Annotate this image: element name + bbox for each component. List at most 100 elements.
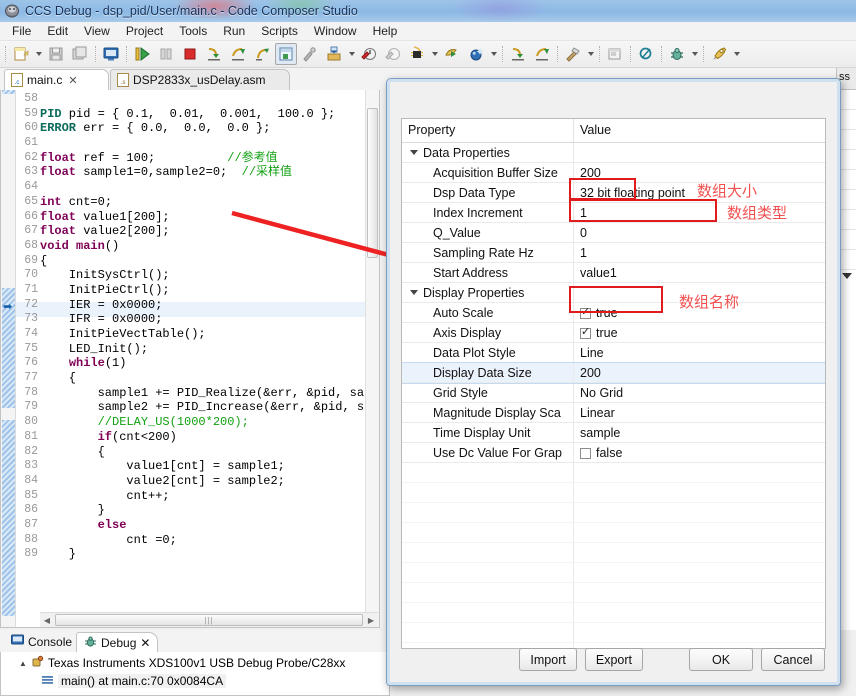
- editor-horizontal-scrollbar[interactable]: ◀ ||| ▶: [40, 612, 378, 627]
- checkbox[interactable]: [580, 325, 591, 339]
- code-line[interactable]: IER = 0x0000;: [40, 298, 365, 313]
- scroll-left-icon[interactable]: ◀: [40, 614, 54, 627]
- code-line[interactable]: while(1): [40, 356, 365, 371]
- property-value-cell[interactable]: [574, 143, 825, 162]
- build-hammer-icon[interactable]: [562, 43, 584, 65]
- code-line[interactable]: {: [40, 445, 365, 460]
- step-return-icon[interactable]: [251, 43, 273, 65]
- property-value-cell[interactable]: true: [574, 323, 825, 342]
- menu-edit[interactable]: Edit: [39, 23, 76, 39]
- property-value-cell[interactable]: Line: [574, 343, 825, 362]
- debug-tree-row-frame[interactable]: main() at main.c:70 0x0084CA: [1, 672, 389, 690]
- new-dropdown-arrow[interactable]: [33, 43, 44, 65]
- debug-bug-icon[interactable]: [666, 43, 688, 65]
- menu-run[interactable]: Run: [215, 23, 253, 39]
- property-row[interactable]: Use Dc Value For Grap false: [402, 443, 825, 463]
- code-line[interactable]: float sample1=0,sample2=0; //采样值: [40, 165, 365, 180]
- code-line[interactable]: PID pid = { 0.1, 0.01, 0.001, 100.0 };: [40, 107, 365, 122]
- code-line[interactable]: InitSysCtrl();: [40, 268, 365, 283]
- menu-window[interactable]: Window: [306, 23, 365, 39]
- properties-table[interactable]: Property Value Data Properties Acquisitio…: [401, 118, 826, 649]
- property-row[interactable]: Magnitude Display Sca Linear: [402, 403, 825, 423]
- debug-tree-row-probe[interactable]: ▲ Texas Instruments XDS100v1 USB Debug P…: [1, 654, 389, 672]
- save-all-icon[interactable]: [69, 43, 91, 65]
- debug-dropdown-arrow[interactable]: [689, 43, 700, 65]
- menu-help[interactable]: Help: [365, 23, 406, 39]
- code-line[interactable]: [40, 180, 365, 195]
- new-icon[interactable]: [10, 43, 32, 65]
- editor-tab-dsp-asm[interactable]: .s DSP2833x_usDelay.asm: [110, 69, 290, 90]
- tab-debug[interactable]: Debug ✕: [76, 632, 159, 652]
- blue-ball-icon[interactable]: [465, 43, 487, 65]
- terminate-icon[interactable]: [179, 43, 201, 65]
- code-line[interactable]: ERROR err = { 0.0, 0.0, 0.0 };: [40, 121, 365, 136]
- close-icon[interactable]: ✕: [140, 636, 150, 650]
- step-into-icon[interactable]: [203, 43, 225, 65]
- menu-file[interactable]: File: [4, 23, 39, 39]
- checkbox[interactable]: [580, 305, 591, 319]
- property-value-cell[interactable]: 0: [574, 223, 825, 242]
- code-line[interactable]: //DELAY_US(1000*200);: [40, 415, 365, 430]
- editor-vertical-scrollbar[interactable]: [365, 90, 379, 627]
- property-value-cell[interactable]: 1: [574, 203, 825, 222]
- import-button[interactable]: Import: [519, 648, 577, 671]
- build-dropdown-arrow[interactable]: [585, 43, 596, 65]
- code-line[interactable]: }: [40, 547, 365, 562]
- debug-tree[interactable]: ▲ Texas Instruments XDS100v1 USB Debug P…: [0, 652, 390, 696]
- code-line[interactable]: IFR = 0x0000;: [40, 312, 365, 327]
- property-row[interactable]: Acquisition Buffer Size 200: [402, 163, 825, 183]
- property-value-cell[interactable]: 1: [574, 243, 825, 262]
- property-value-cell[interactable]: 200: [574, 363, 825, 382]
- code-editor[interactable]: ➡ 58 59 60 61 62 63 64 65 66 67 68 69 70 71 72 73 74 75 76…: [0, 90, 380, 628]
- clock-disabled-icon[interactable]: [382, 43, 404, 65]
- save-icon[interactable]: [45, 43, 67, 65]
- property-row[interactable]: Axis Display true: [402, 323, 825, 343]
- expand-triangle-icon[interactable]: [410, 150, 418, 155]
- menu-view[interactable]: View: [76, 23, 118, 39]
- suspend-icon[interactable]: [155, 43, 177, 65]
- property-row[interactable]: Start Address value1: [402, 263, 825, 283]
- collapse-triangle-icon[interactable]: ▲: [19, 659, 27, 668]
- code-line[interactable]: {: [40, 371, 365, 386]
- new-view-icon[interactable]: [604, 43, 626, 65]
- assembly-step-icon[interactable]: [299, 43, 321, 65]
- menu-scripts[interactable]: Scripts: [253, 23, 306, 39]
- property-row[interactable]: Dsp Data Type 32 bit floating point: [402, 183, 825, 203]
- code-line[interactable]: float value1[200];: [40, 210, 365, 225]
- code-line[interactable]: float ref = 100; //参考值: [40, 151, 365, 166]
- property-value-cell[interactable]: No Grid: [574, 383, 825, 402]
- property-row[interactable]: Sampling Rate Hz 1: [402, 243, 825, 263]
- run-free-icon[interactable]: [441, 43, 463, 65]
- menu-project[interactable]: Project: [118, 23, 171, 39]
- cancel-button[interactable]: Cancel: [761, 648, 825, 671]
- code-line[interactable]: }: [40, 503, 365, 518]
- code-line[interactable]: value2[cnt] = sample2;: [40, 474, 365, 489]
- code-line[interactable]: else: [40, 518, 365, 533]
- property-value-cell[interactable]: value1: [574, 263, 825, 282]
- code-line[interactable]: if(cnt<200): [40, 430, 365, 445]
- property-value-cell[interactable]: sample: [574, 423, 825, 442]
- code-line[interactable]: InitPieCtrl();: [40, 283, 365, 298]
- connect-dropdown-arrow[interactable]: [429, 43, 440, 65]
- editor-tab-main-c[interactable]: .c main.c ✕: [4, 69, 109, 90]
- code-line[interactable]: void main(): [40, 239, 365, 254]
- code-line[interactable]: cnt =0;: [40, 533, 365, 548]
- scrollbar-thumb[interactable]: |||: [55, 614, 363, 626]
- load-program-icon[interactable]: [323, 43, 345, 65]
- resume-icon[interactable]: [131, 43, 153, 65]
- graph-properties-dialog[interactable]: Graph Properties ✕ Property Value Data P…: [386, 78, 841, 686]
- editor-code-content[interactable]: PID pid = { 0.1, 0.01, 0.001, 100.0 }; ER…: [40, 90, 365, 627]
- chevron-down-icon[interactable]: [842, 273, 852, 279]
- code-line[interactable]: int cnt=0;: [40, 195, 365, 210]
- code-line[interactable]: LED_Init();: [40, 342, 365, 357]
- expand-triangle-icon[interactable]: [410, 290, 418, 295]
- scrollbar-thumb[interactable]: [367, 108, 378, 258]
- step-up-icon[interactable]: [531, 43, 553, 65]
- load-dropdown-arrow[interactable]: [346, 43, 357, 65]
- code-line[interactable]: sample1 += PID_Realize(&err, &pid, sa: [40, 386, 365, 401]
- property-value-cell[interactable]: Linear: [574, 403, 825, 422]
- launch-dropdown-arrow[interactable]: [731, 43, 742, 65]
- connect-target-icon[interactable]: [406, 43, 428, 65]
- ok-button[interactable]: OK: [689, 648, 753, 671]
- property-row[interactable]: Display Data Size 200: [402, 362, 825, 384]
